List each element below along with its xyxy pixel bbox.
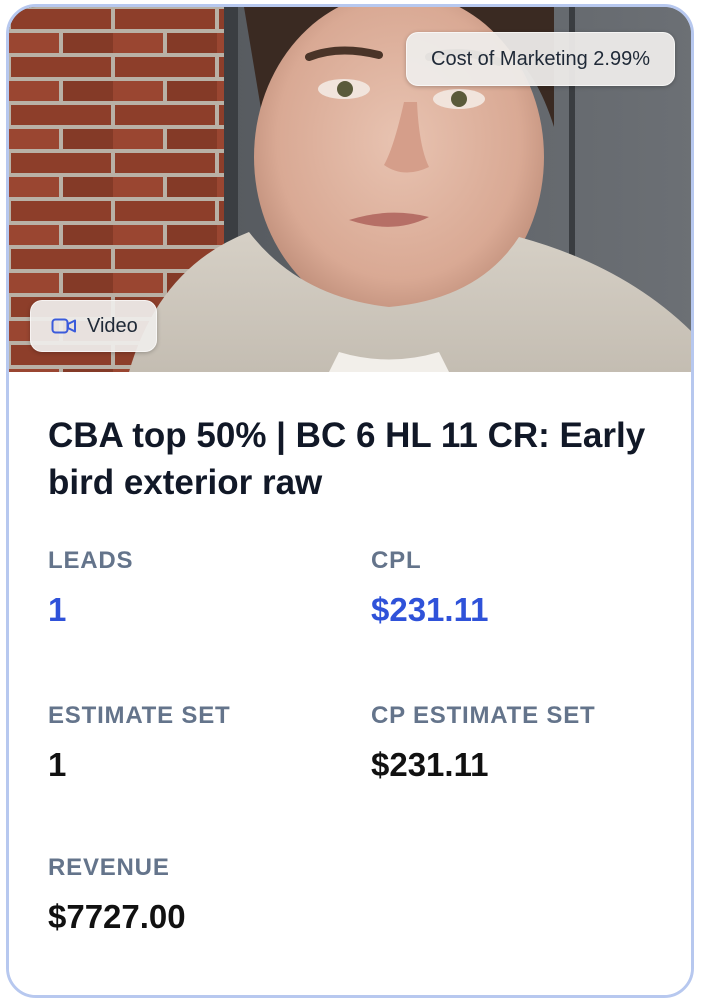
media-type-label: Video	[87, 314, 138, 337]
metric-value: $231.11	[371, 746, 489, 783]
metric-label: ESTIMATE SET	[48, 702, 231, 729]
metric-value: 1	[48, 746, 67, 783]
metric-estimate-set: ESTIMATE SET 1	[48, 702, 231, 784]
metric-value: $7727.00	[48, 898, 186, 935]
metric-label: LEADS	[48, 547, 134, 574]
video-thumbnail[interactable]: Cost of Marketing 2.99% Video	[9, 7, 691, 372]
metric-leads: LEADS 1	[48, 547, 133, 629]
cost-of-marketing-badge: Cost of Marketing 2.99%	[406, 32, 675, 86]
metric-cpl: CPL $231.11	[371, 547, 488, 629]
metric-label: CPL	[371, 547, 422, 574]
media-type-badge: Video	[30, 300, 157, 352]
metric-revenue: REVENUE $7727.00	[48, 854, 186, 936]
card-body: CBA top 50% | BC 6 HL 11 CR: Early bird …	[9, 372, 691, 995]
metric-label: REVENUE	[48, 854, 170, 881]
video-camera-icon	[51, 317, 77, 335]
metric-value: 1	[48, 591, 67, 628]
ad-card[interactable]: Cost of Marketing 2.99% Video CBA top 50…	[6, 4, 694, 998]
metric-value: $231.11	[371, 591, 489, 628]
ad-title: CBA top 50% | BC 6 HL 11 CR: Early bird …	[48, 416, 646, 502]
metric-cp-estimate-set: CP ESTIMATE SET $231.11	[371, 702, 595, 784]
metric-label: CP ESTIMATE SET	[371, 702, 596, 729]
cost-of-marketing-text: Cost of Marketing 2.99%	[431, 47, 650, 70]
